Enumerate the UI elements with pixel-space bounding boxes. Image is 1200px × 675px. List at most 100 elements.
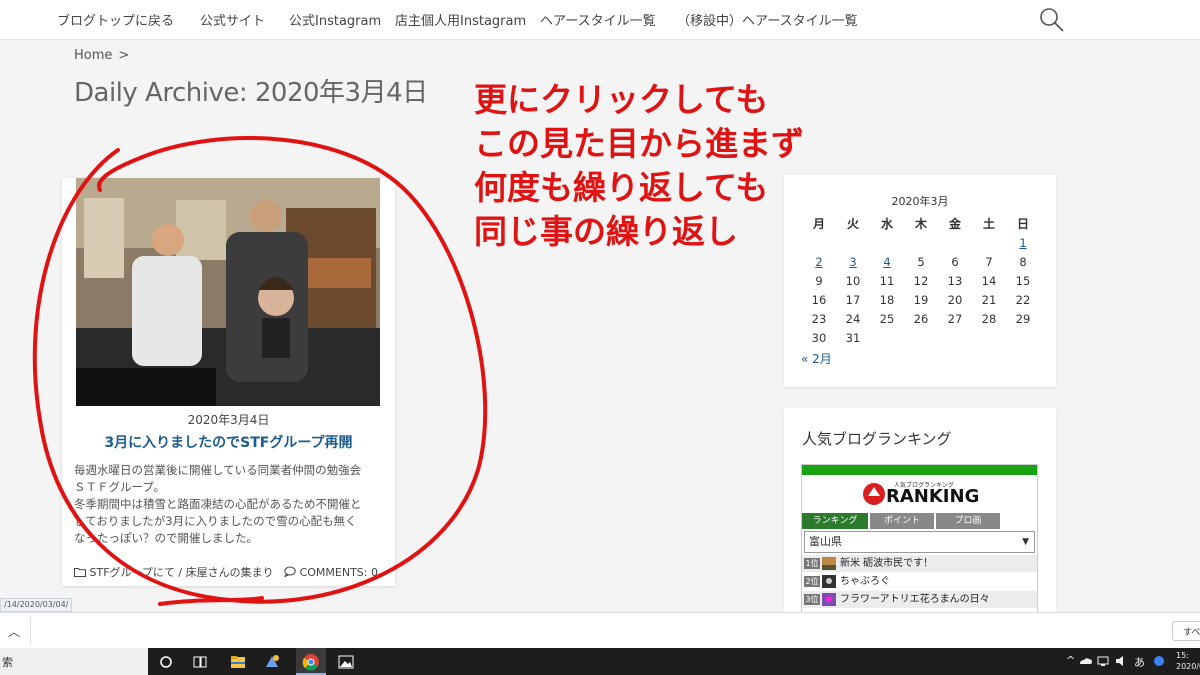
weekday: 木 <box>914 217 927 231</box>
post-category-link[interactable]: STFグループにて / 床屋さんの集まり <box>90 566 274 579</box>
search-icon[interactable] <box>1038 6 1066 34</box>
nav-hairstyle-list[interactable]: ヘアースタイル一覧 <box>540 10 656 29</box>
calendar-prev-month-link[interactable]: « 2月 <box>801 350 832 367</box>
ranking-entry-name: フラワーアトリエ花ろまんの日々 <box>840 594 990 605</box>
nav-official-site[interactable]: 公式サイト <box>200 10 265 29</box>
breadcrumb-home[interactable]: Home <box>74 48 112 63</box>
nav-official-instagram[interactable]: 公式Instagram <box>289 10 381 29</box>
calendar-empty-cell <box>972 329 1006 348</box>
nav-blog-top[interactable]: ブログトップに戻る <box>57 10 174 29</box>
annotation-line: 同じ事の繰り返し <box>474 212 738 251</box>
calendar-day: 25 <box>879 312 895 326</box>
calendar-empty-cell <box>904 329 938 348</box>
calendar-day: 16 <box>811 293 827 307</box>
calendar-day: 12 <box>913 274 929 288</box>
ranking-entry-name: ちゃぶろぐ <box>840 576 890 587</box>
calendar-day[interactable]: 2 <box>802 253 836 272</box>
network-icon[interactable] <box>1096 654 1110 668</box>
weekday: 火 <box>846 217 859 231</box>
taskbar-clock[interactable]: 15: 2020/0 <box>1176 650 1200 672</box>
ranking-region-select[interactable]: 富山県 ▼ <box>804 531 1035 553</box>
post-comments-link[interactable]: COMMENTS: 0 <box>300 566 378 579</box>
cortana-icon[interactable] <box>156 652 176 672</box>
excerpt-line: 毎週水曜日の営業後に開催している同業者仲間の勉強会 <box>74 463 362 477</box>
calendar-day[interactable]: 3 <box>836 253 870 272</box>
download-bar: ︿ すべ <box>0 612 1200 648</box>
calendar-empty-cell <box>870 329 904 348</box>
excerpt-line: 冬季期間中は積雪と路面凍結の心配があるため不開催と <box>74 497 362 511</box>
ranking-entry[interactable]: 3位 フラワーアトリエ花ろまんの日々 <box>802 591 1037 608</box>
calendar-empty-cell <box>870 234 904 253</box>
calendar-day: 28 <box>981 312 997 326</box>
calendar-day: 18 <box>879 293 895 307</box>
calendar-weekday-row: 月 火 水 木 金 土 日 <box>802 215 1055 234</box>
calendar-day: 26 <box>913 312 929 326</box>
excerpt-line: なったっぽい？ので開催しました。 <box>74 531 258 545</box>
nav-hairstyle-list-moving[interactable]: （移設中）ヘアースタイル一覧 <box>677 10 858 29</box>
notification-app-icon[interactable] <box>1152 654 1166 668</box>
calendar-empty-cell <box>904 234 938 253</box>
blog-ranking-widget: 人気ブログランキング 人気ブログランキング RANKING ランキング ポイント… <box>784 408 1056 618</box>
ranking-tab-points[interactable]: ポイント <box>870 513 934 529</box>
calendar-day[interactable]: 4 <box>870 253 904 272</box>
calendar-empty-cell <box>972 234 1006 253</box>
breadcrumb-separator: > <box>118 48 130 63</box>
calendar-day: 10 <box>845 274 861 288</box>
onedrive-icon[interactable] <box>1078 654 1092 668</box>
post-title-link[interactable]: 3月に入りましたのでSTFグループ再開 <box>62 432 395 452</box>
clock-date: 2020/0 <box>1176 662 1200 671</box>
calendar-caption: 2020年3月 <box>891 195 949 208</box>
calendar-day[interactable]: 1 <box>1006 234 1040 253</box>
calendar-day: 19 <box>913 293 929 307</box>
ranking-tab-ranking[interactable]: ランキング <box>802 513 868 529</box>
calendar-day: 31 <box>845 331 861 345</box>
ranking-entry[interactable]: 2位 ちゃぶろぐ <box>802 573 1037 590</box>
calendar-week-row: 1 <box>802 234 1055 253</box>
clock-time: 15: <box>1176 651 1189 660</box>
paint-app-icon[interactable] <box>262 652 282 672</box>
post-date: 2020年3月4日 <box>187 413 270 427</box>
calendar-day: 6 <box>951 255 959 269</box>
calendar-day: 7 <box>985 255 993 269</box>
volume-icon[interactable] <box>1114 654 1128 668</box>
file-explorer-icon[interactable] <box>228 652 248 672</box>
nav-owner-instagram[interactable]: 店主個人用Instagram <box>395 10 526 29</box>
ranking-tab-pro[interactable]: プロ画 <box>936 513 1000 529</box>
calendar-empty-cell <box>836 234 870 253</box>
photos-app-icon[interactable] <box>336 652 356 672</box>
ranking-entry-thumbnail <box>822 575 836 588</box>
tray-chevron-icon[interactable]: ^ <box>1066 654 1075 667</box>
calendar-week-row: 16 17 18 19 20 21 22 <box>802 291 1055 310</box>
calendar-day: 5 <box>917 255 925 269</box>
weekday: 水 <box>880 217 893 231</box>
calendar-empty-cell <box>938 329 972 348</box>
ranking-title: 人気ブログランキング <box>802 430 952 448</box>
taskbar-search-box[interactable]: 索 <box>0 648 148 675</box>
red-annotation-text: 更にクリックしても この見た目から進まず 何度も繰り返しても 同じ事の繰り返し <box>474 78 804 254</box>
breadcrumb: Home > <box>74 48 135 63</box>
calendar-day: 27 <box>947 312 963 326</box>
ranking-entry-thumbnail <box>822 557 836 570</box>
show-all-downloads-button[interactable]: すべ <box>1172 621 1200 641</box>
ranking-region-value: 富山県 <box>809 535 842 548</box>
chevron-up-icon[interactable]: ︿ <box>8 623 20 640</box>
browser-status-url: /14/2020/03/04/ <box>0 598 73 612</box>
post-thumbnail[interactable] <box>76 178 380 406</box>
annotation-line: 何度も繰り返しても <box>474 168 769 207</box>
chrome-icon[interactable] <box>301 652 321 672</box>
weekday: 金 <box>948 217 961 231</box>
post-meta: STFグループにて / 床屋さんの集まり COMMENTS: 0 <box>74 564 378 580</box>
page-title: Daily Archive: 2020年3月4日 <box>74 78 428 108</box>
top-navigation: ブログトップに戻る 公式サイト 公式Instagram 店主個人用Instagr… <box>0 0 1200 40</box>
ime-indicator[interactable]: あ <box>1134 654 1145 670</box>
weekday: 土 <box>982 217 995 231</box>
task-view-icon[interactable] <box>190 652 210 672</box>
ranking-entry[interactable]: 1位 新米 砺波市民です！ <box>802 555 1037 572</box>
calendar-widget: 2020年3月 月 火 水 木 金 土 日 1 2 3 4 5 6 7 8 9 10 11 12 13 1… <box>784 175 1056 387</box>
taskbar-search-label: 索 <box>2 656 13 669</box>
annotation-line: この見た目から進まず <box>474 124 804 163</box>
calendar-day: 23 <box>811 312 827 326</box>
download-bar-divider <box>30 617 31 645</box>
weekday: 月 <box>812 217 825 231</box>
ranking-entry-rank: 2位 <box>804 576 820 587</box>
